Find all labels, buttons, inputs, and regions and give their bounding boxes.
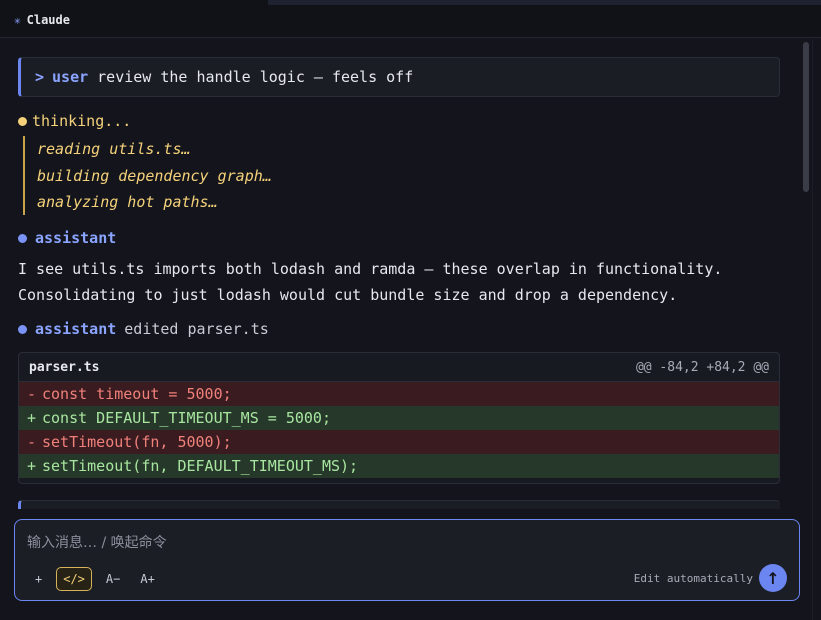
diff-sign: -	[27, 433, 37, 451]
diff-code: const DEFAULT_TIMEOUT_MS = 5000;	[42, 409, 331, 427]
next-message-partial	[18, 500, 780, 509]
prompt-chevron: >	[35, 68, 45, 86]
app-title: ✳ Claude	[14, 13, 70, 27]
assistant-role-label: assistant	[35, 320, 117, 338]
assistant-text-line: Consolidating to just lodash would cut b…	[18, 286, 678, 304]
code-mode-button[interactable]: </>	[56, 567, 92, 591]
send-button[interactable]: ↑	[759, 564, 787, 592]
user-message: > user review the handle logic — feels o…	[18, 57, 780, 97]
assistant-dot-icon	[18, 233, 27, 243]
assistant-header: assistant	[18, 229, 116, 247]
increase-font-button[interactable]: A+	[134, 569, 160, 589]
assistant-dot-icon	[18, 324, 27, 334]
user-message-text: review the handle logic — feels off	[97, 68, 414, 86]
assistant-edit-header: assistant edited parser.ts	[18, 320, 269, 338]
right-divider	[812, 39, 813, 620]
thinking-block: reading utils.ts… building dependency gr…	[23, 136, 272, 215]
decrease-font-button[interactable]: A−	[100, 569, 126, 589]
add-attachment-button[interactable]: +	[29, 569, 48, 589]
diff-line-added: + setTimeout(fn, DEFAULT_TIMEOUT_MS);	[19, 454, 779, 478]
diff-header: parser.ts @@ -84,2 +84,2 @@	[19, 353, 779, 382]
thinking-label: thinking...	[32, 112, 132, 130]
thinking-line: analyzing hot paths…	[37, 193, 218, 211]
message-composer[interactable]: 输入消息… / 唤起命令 + </> A− A+ Edit automatica…	[14, 519, 800, 601]
diff-view: parser.ts @@ -84,2 +84,2 @@ - const time…	[18, 352, 780, 484]
scrollbar-thumb[interactable]	[803, 42, 809, 192]
diff-file-name[interactable]: parser.ts	[29, 360, 99, 375]
assistant-message-text: I see utils.ts imports both lodash and r…	[18, 256, 788, 308]
thinking-dot-icon	[18, 116, 27, 126]
thinking-header[interactable]: thinking...	[18, 112, 131, 130]
assistant-role-label: assistant	[35, 229, 117, 247]
conversation-pane[interactable]: > user review the handle logic — feels o…	[0, 39, 812, 509]
app-title-text: Claude	[26, 13, 70, 27]
diff-line-removed: - setTimeout(fn, 5000);	[19, 430, 779, 454]
assistant-action-text: edited parser.ts	[124, 320, 269, 338]
message-input-placeholder[interactable]: 输入消息… / 唤起命令	[27, 532, 167, 552]
composer-toolbar: + </> A− A+	[29, 567, 161, 591]
assistant-text-line: I see utils.ts imports both lodash and r…	[18, 260, 723, 278]
thinking-line: reading utils.ts…	[37, 140, 191, 158]
diff-hunk-range: @@ -84,2 +84,2 @@	[635, 359, 769, 375]
diff-line-added: + const DEFAULT_TIMEOUT_MS = 5000;	[19, 406, 779, 430]
claude-logo-icon: ✳	[14, 13, 21, 27]
title-bar-accent	[268, 0, 821, 5]
diff-sign: +	[27, 409, 37, 427]
diff-code: setTimeout(fn, DEFAULT_TIMEOUT_MS);	[42, 457, 359, 475]
title-bar: ✳ Claude	[0, 0, 821, 38]
composer-actions: Edit automatically ↑	[634, 564, 787, 592]
edit-mode-label[interactable]: Edit automatically	[634, 572, 753, 585]
arrow-up-icon: ↑	[766, 568, 780, 588]
diff-line-removed: - const timeout = 5000;	[19, 382, 779, 406]
diff-code: setTimeout(fn, 5000);	[42, 433, 232, 451]
thinking-line: building dependency graph…	[37, 166, 272, 185]
diff-sign: +	[27, 457, 37, 475]
diff-code: const timeout = 5000;	[42, 385, 232, 403]
user-role-label: user	[52, 68, 89, 86]
diff-sign: -	[27, 385, 37, 403]
